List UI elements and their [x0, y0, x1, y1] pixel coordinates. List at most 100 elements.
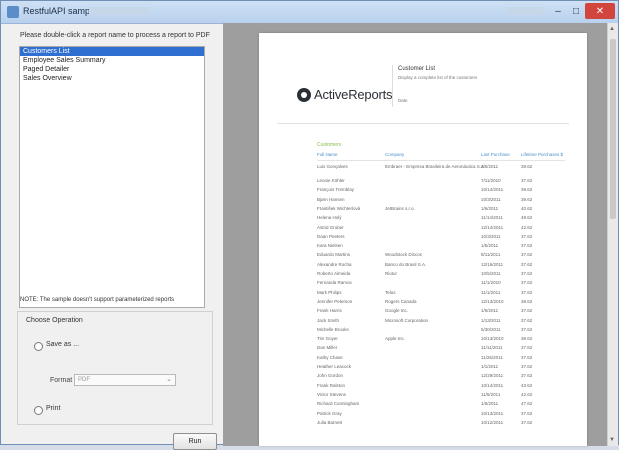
row-last-purchase: 10/14/2011	[481, 382, 504, 388]
row-full-name: Roberto Almeida	[317, 271, 351, 276]
row-company: Apple Inc.	[385, 336, 406, 342]
row-last-purchase: 10/3/2011	[481, 233, 501, 239]
report-list-item[interactable]: Sales Overview	[20, 74, 204, 83]
row-last-purchase: 12/13/2010	[481, 298, 504, 304]
row-last-purchase: 11/14/2011	[481, 215, 503, 221]
row-company: Embraer - Empresa Brasileira de Aeronáut…	[385, 164, 486, 169]
report-description: Display a complete list of the customers	[398, 75, 478, 80]
report-list-item[interactable]: Paged Detailer	[20, 65, 204, 74]
row-last-purchase: 1/6/2011	[481, 308, 499, 314]
row-last-purchase: 11/26/2011	[481, 354, 503, 360]
row-full-name: Eduardo Martins	[317, 252, 351, 258]
row-lifetime-purchases: 37.62	[521, 243, 533, 249]
row-last-purchase: 12/16/2011	[481, 261, 504, 267]
row-last-purchase: 10/3/2011	[481, 196, 501, 202]
title-bar[interactable]: RestfulAPI sample – □ ✕	[1, 1, 618, 24]
close-icon[interactable]: ✕	[585, 3, 615, 19]
report-list[interactable]: Customers List Employee Sales Summary Pa…	[19, 46, 205, 308]
row-full-name: Michelle Brooks	[317, 326, 349, 332]
report-title: Customer List	[398, 66, 436, 72]
row-company: Banco do Brasil S.A.	[385, 261, 427, 267]
row-lifetime-purchases: 37.62	[521, 233, 533, 239]
row-full-name: Alexandre Rocha	[317, 261, 352, 267]
format-select[interactable]: PDF ⌄	[74, 374, 176, 386]
report-page: ActiveReports Customer List Display a co…	[259, 33, 587, 446]
minimize-icon[interactable]: –	[549, 3, 567, 19]
window-title: RestfulAPI sample	[23, 6, 98, 16]
row-full-name: František Wichterlová	[317, 205, 361, 211]
row-lifetime-purchases: 39.62	[521, 196, 533, 202]
row-last-purchase: 1/6/2011	[481, 401, 499, 407]
row-company: Rogers Canada	[385, 298, 417, 304]
chevron-down-icon: ⌄	[166, 376, 172, 383]
row-last-purchase: 3/5/2011	[481, 164, 499, 169]
row-full-name: John Gordon	[317, 373, 344, 379]
title-bar-faded-text-right	[507, 7, 543, 15]
row-lifetime-purchases: 38.62	[521, 298, 533, 304]
format-label: Format	[50, 377, 73, 384]
row-full-name: Astrid Gruber	[317, 224, 344, 230]
scroll-down-icon[interactable]: ▼	[609, 437, 615, 443]
row-last-purchase: 11/1/2011	[481, 289, 501, 295]
save-as-label: Save as ...	[46, 341, 80, 348]
row-last-purchase: 10/13/2011	[481, 410, 504, 416]
row-last-purchase: 10/13/2010	[481, 336, 504, 342]
row-company: Microsoft Corporation	[385, 317, 429, 323]
row-full-name: Mark Philips	[317, 289, 342, 295]
report-list-item[interactable]: Customers List	[20, 47, 204, 56]
row-lifetime-purchases: 37.62	[521, 410, 533, 416]
row-lifetime-purchases: 39.62	[521, 187, 533, 193]
row-last-purchase: 5/30/2011	[481, 326, 501, 332]
row-lifetime-purchases: 37.62	[521, 289, 533, 295]
report-list-item[interactable]: Employee Sales Summary	[20, 56, 204, 65]
row-last-purchase: 11/5/2011	[481, 391, 501, 397]
app-window: RestfulAPI sample – □ ✕ Please double-cl…	[0, 0, 619, 450]
row-full-name: Richard Cunningham	[317, 401, 360, 407]
column-header-full-name: Full Name	[317, 152, 338, 157]
row-lifetime-purchases: 37.62	[521, 261, 533, 267]
row-full-name: Victor Stevens	[317, 391, 346, 397]
row-full-name: Kathy Chase	[317, 354, 343, 360]
row-full-name: Patrick Gray	[317, 410, 342, 416]
row-lifetime-purchases: 49.62	[521, 215, 533, 221]
row-lifetime-purchases: 37.62	[521, 178, 533, 183]
row-lifetime-purchases: 42.62	[521, 224, 533, 230]
row-lifetime-purchases: 40.62	[521, 205, 533, 211]
instruction-text: Please double-click a report name to pro…	[20, 32, 210, 39]
row-last-purchase: 10/12/2011	[481, 419, 504, 425]
row-full-name: Daan Peeters	[317, 233, 345, 239]
scroll-thumb[interactable]	[610, 39, 616, 219]
row-lifetime-purchases: 37.62	[521, 308, 533, 314]
print-radio[interactable]	[34, 406, 43, 415]
row-last-purchase: 12/29/2011	[481, 373, 504, 379]
row-company: Telus	[385, 289, 396, 295]
row-lifetime-purchases: 39.62	[521, 164, 533, 169]
operation-group: Choose Operation Save as ... Format PDF …	[17, 311, 213, 425]
row-lifetime-purchases: 37.62	[521, 271, 533, 276]
row-company: Google Inc.	[385, 308, 409, 314]
row-full-name: Jack Smith	[317, 317, 340, 323]
row-lifetime-purchases: 37.62	[521, 345, 533, 351]
print-label: Print	[46, 405, 61, 412]
row-full-name: Luis Gonçalves	[317, 164, 348, 169]
preview-scrollbar[interactable]: ▲ ▼	[607, 23, 618, 446]
format-select-value: PDF	[78, 377, 90, 383]
column-header-rule	[317, 160, 565, 161]
scroll-up-icon[interactable]: ▲	[609, 26, 615, 32]
column-header-lifetime-purchases: Lifetime Purchases $	[521, 152, 564, 157]
row-full-name: Dan Miller	[317, 345, 338, 351]
row-last-purchase: 7/11/2010	[481, 178, 501, 183]
column-header-company: Company	[385, 152, 405, 157]
row-last-purchase: 12/14/2011	[481, 224, 504, 230]
maximize-icon[interactable]: □	[567, 3, 585, 19]
row-full-name: Leonie Köhler	[317, 178, 345, 183]
report-preview-pane[interactable]: ActiveReports Customer List Display a co…	[223, 23, 618, 446]
section-label: Customers	[317, 142, 342, 148]
save-as-radio[interactable]	[34, 342, 43, 351]
run-button[interactable]: Run	[173, 433, 217, 450]
left-panel: Please double-click a report name to pro…	[1, 23, 221, 450]
activereports-logo: ActiveReports	[297, 87, 393, 102]
row-last-purchase: 10/5/2011	[481, 271, 501, 276]
app-icon	[7, 6, 19, 18]
row-company: JetBrains s.r.o.	[385, 205, 415, 211]
